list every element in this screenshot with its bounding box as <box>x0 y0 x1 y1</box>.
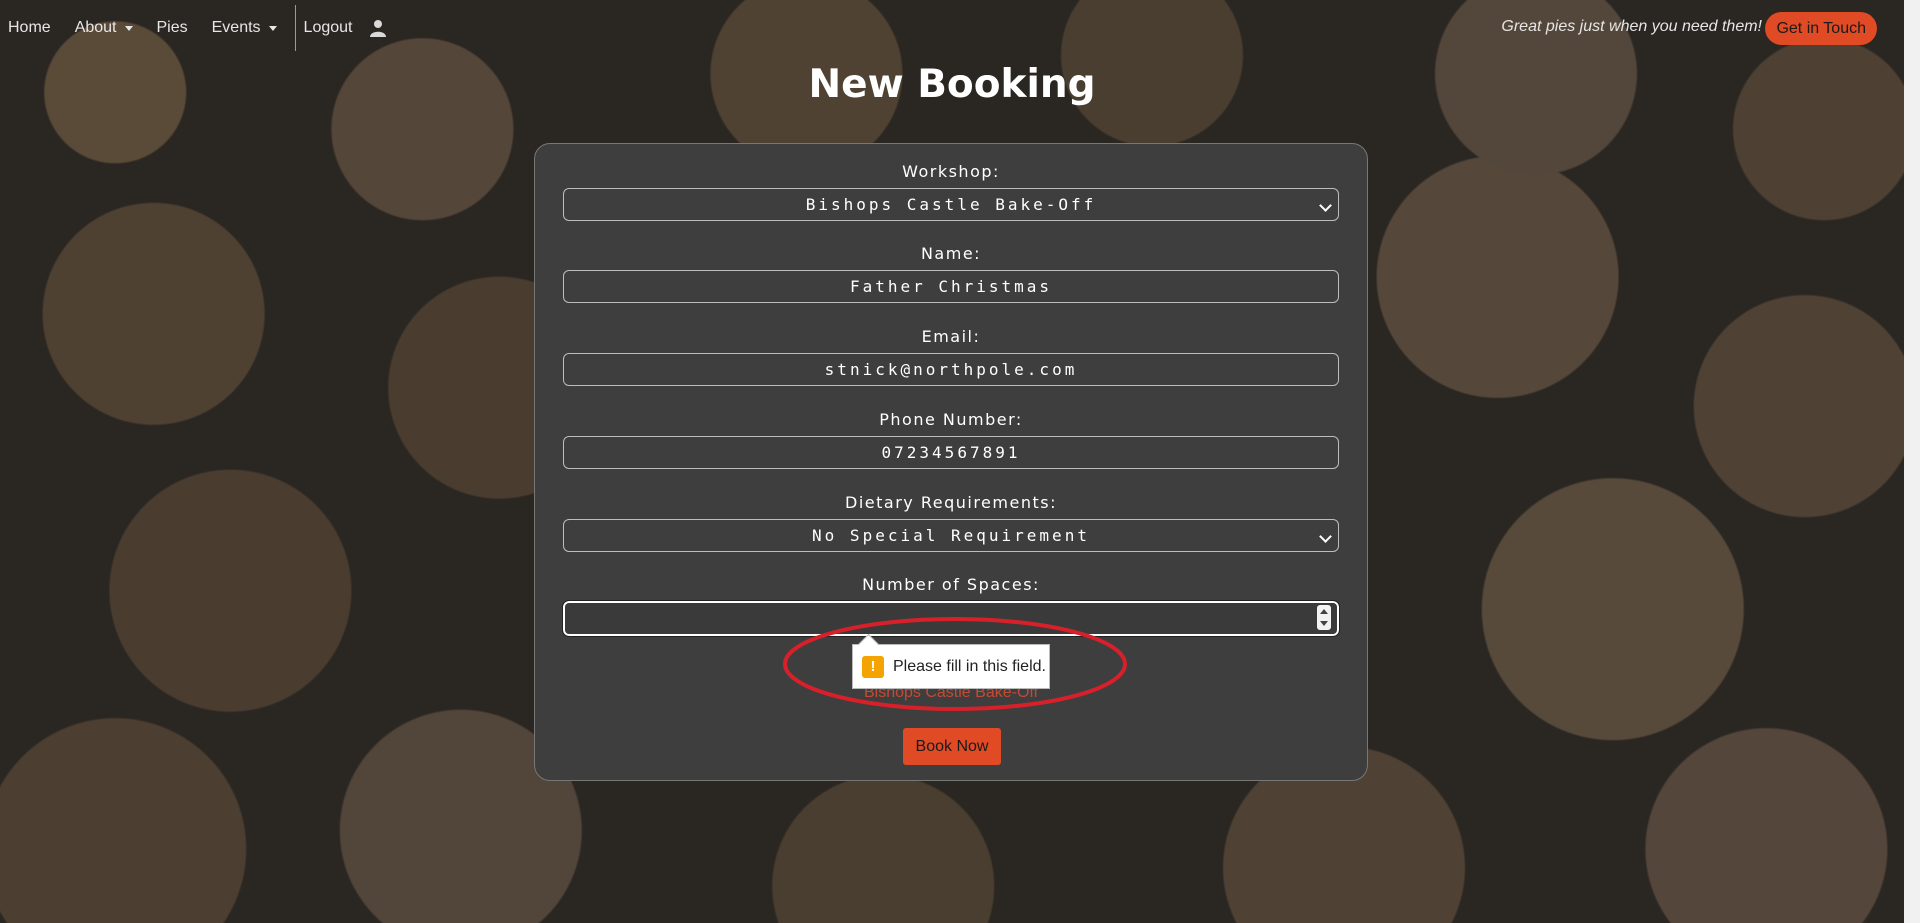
page-title: New Booking <box>808 62 1096 107</box>
caret-down-icon <box>124 25 133 31</box>
phone-label: Phone Number: <box>879 410 1023 429</box>
nav-about-label: About <box>74 19 117 36</box>
email-label: Email: <box>921 327 981 346</box>
chevron-down-icon <box>1319 199 1332 212</box>
site-tagline: Great pies just when you need them! <box>1501 18 1762 35</box>
chevron-down-icon <box>1319 530 1332 543</box>
workshop-label: Workshop: <box>902 162 1000 181</box>
navbar: Home About Pies Events Logout Great pies… <box>0 0 1904 56</box>
nav-home-link[interactable]: Home <box>8 19 51 37</box>
name-input[interactable]: Father Christmas <box>563 270 1339 303</box>
caret-down-icon <box>268 25 277 31</box>
annotation-ellipse <box>783 617 1127 711</box>
nav-divider <box>294 5 296 51</box>
email-input[interactable]: stnick@northpole.com <box>563 353 1339 386</box>
nav-links: Home About Pies Events Logout <box>0 0 387 56</box>
workshop-select[interactable]: Bishops Castle Bake-Off <box>563 188 1339 221</box>
nav-pies-link[interactable]: Pies <box>157 19 188 37</box>
get-in-touch-button[interactable]: Get in Touch <box>1765 12 1877 45</box>
nav-home-label: Home <box>8 19 51 36</box>
window-scrollbar[interactable] <box>1904 0 1920 923</box>
name-label: Name: <box>920 244 982 263</box>
spaces-label: Number of Spaces: <box>862 575 1040 594</box>
nav-logout-link[interactable]: Logout <box>304 19 353 37</box>
book-now-button[interactable]: Book Now <box>903 728 1001 765</box>
nav-about-dropdown[interactable]: About <box>75 19 133 37</box>
nav-logout-label: Logout <box>303 19 353 36</box>
user-icon[interactable] <box>370 19 387 37</box>
nav-pies-label: Pies <box>156 19 188 36</box>
dietary-select[interactable]: No Special Requirement <box>563 519 1339 552</box>
spinner-down-icon[interactable] <box>1320 621 1328 626</box>
workshop-value: Bishops Castle Bake-Off <box>805 195 1097 214</box>
phone-input[interactable]: 07234567891 <box>563 436 1339 469</box>
number-spinner[interactable] <box>1317 605 1331 630</box>
dietary-label: Dietary Requirements: <box>845 493 1057 512</box>
dietary-value: No Special Requirement <box>812 526 1090 545</box>
nav-events-dropdown[interactable]: Events <box>212 19 277 37</box>
spinner-up-icon[interactable] <box>1320 609 1328 614</box>
nav-events-label: Events <box>211 19 261 36</box>
